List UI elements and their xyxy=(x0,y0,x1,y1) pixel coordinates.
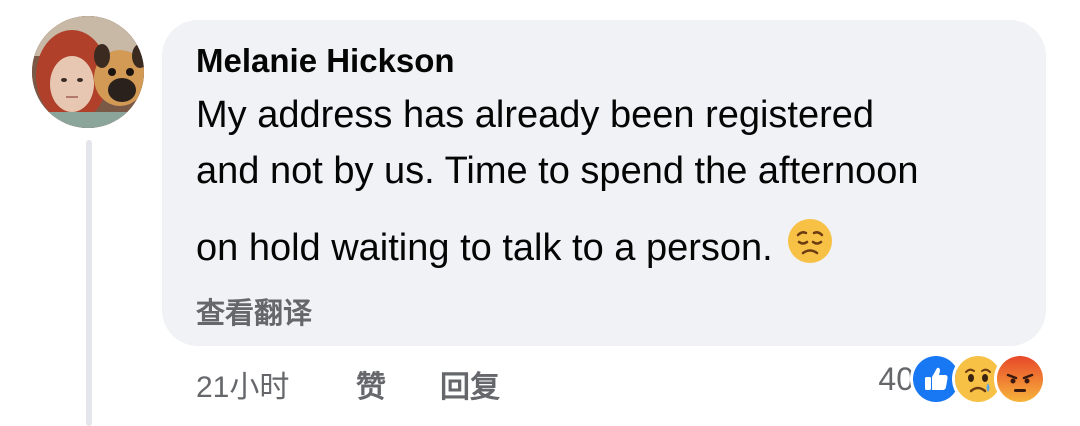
comment-text-line: and not by us. Time to spend the afterno… xyxy=(196,150,919,192)
comment-text-line-with-emoji: on hold waiting to talk to a person. xyxy=(196,219,833,278)
avatar-image xyxy=(32,16,144,128)
like-button[interactable]: 赞 xyxy=(356,362,386,406)
reaction-count: 40 xyxy=(878,360,914,397)
comment-container: Melanie Hickson My address has already b… xyxy=(0,0,1080,426)
see-translation-link[interactable]: 查看翻译 xyxy=(196,290,312,332)
angry-reaction-icon xyxy=(994,353,1046,405)
thread-line xyxy=(86,140,92,426)
reaction-summary[interactable]: 40 xyxy=(878,353,1046,405)
disappointed-face-emoji-icon xyxy=(787,218,833,274)
comment-text-line: on hold waiting to talk to a person. xyxy=(196,227,773,270)
reply-button[interactable]: 回复 xyxy=(440,362,500,406)
comment-text-line: My address has already been registered xyxy=(196,94,875,136)
comment-timestamp[interactable]: 21小时 xyxy=(196,362,289,406)
author-avatar[interactable] xyxy=(32,16,144,128)
comment-bubble: Melanie Hickson My address has already b… xyxy=(162,20,1046,346)
author-name[interactable]: Melanie Hickson xyxy=(196,42,455,80)
